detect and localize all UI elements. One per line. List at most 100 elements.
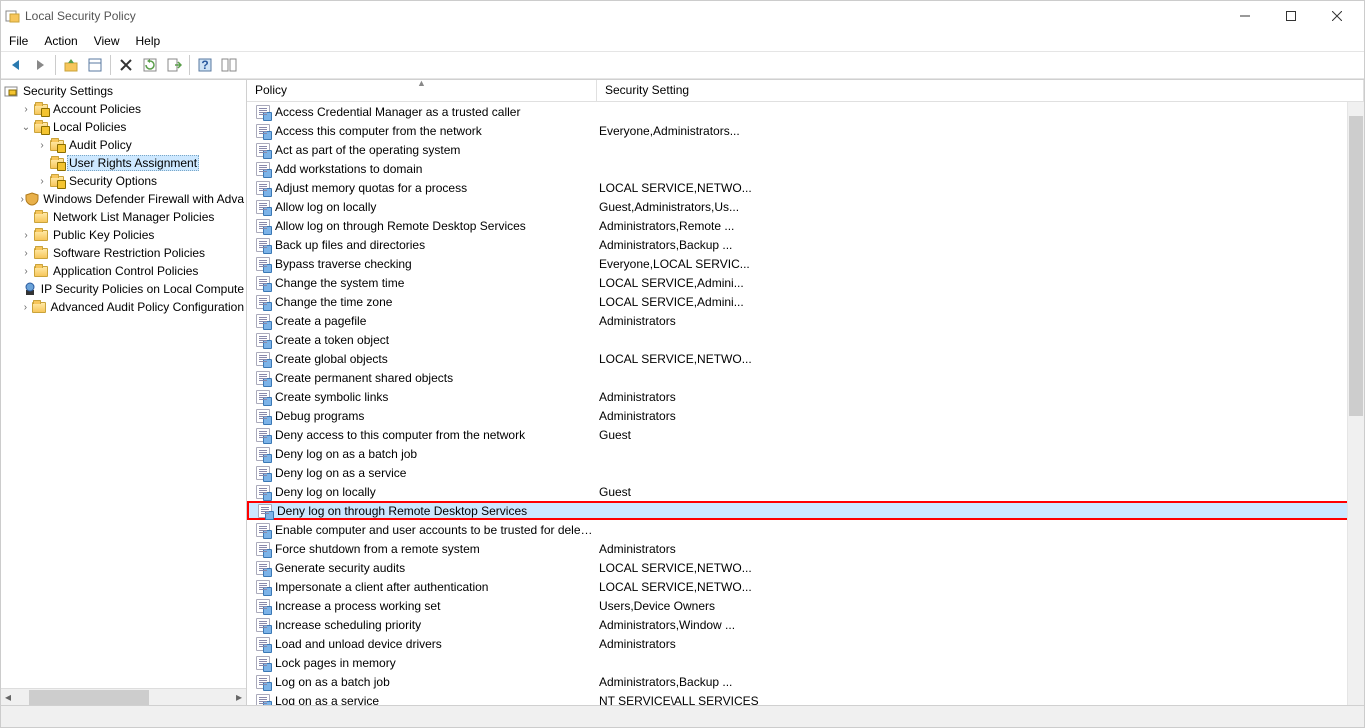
maximize-button[interactable]: [1268, 1, 1314, 31]
policy-name: Back up files and directories: [275, 238, 595, 252]
policy-row[interactable]: Change the time zoneLOCAL SERVICE,Admini…: [247, 292, 1364, 311]
policy-row[interactable]: Generate security auditsLOCAL SERVICE,NE…: [247, 558, 1364, 577]
expander-icon[interactable]: ›: [19, 104, 33, 115]
policy-name: Increase a process working set: [275, 599, 595, 613]
menu-view[interactable]: View: [94, 34, 120, 48]
scroll-right-icon[interactable]: ▸: [232, 690, 246, 704]
tree[interactable]: Security Settings ›Account Policies⌄Local…: [1, 80, 246, 688]
policy-row[interactable]: Deny log on as a service: [247, 463, 1364, 482]
menu-action[interactable]: Action: [44, 34, 77, 48]
help-button[interactable]: ?: [194, 54, 216, 76]
statusbar: [1, 705, 1364, 727]
policy-row[interactable]: Act as part of the operating system: [247, 140, 1364, 159]
menubar: File Action View Help: [1, 31, 1364, 51]
policy-row[interactable]: Increase a process working setUsers,Devi…: [247, 596, 1364, 615]
tree-item[interactable]: ⌄Local Policies: [1, 118, 246, 136]
scroll-thumb[interactable]: [29, 690, 149, 705]
policy-row[interactable]: Back up files and directoriesAdministrat…: [247, 235, 1364, 254]
tree-item[interactable]: ›Public Key Policies: [1, 226, 246, 244]
policy-name: Change the time zone: [275, 295, 595, 309]
toolbar-separator: [110, 55, 111, 75]
policy-row[interactable]: Allow log on locallyGuest,Administrators…: [247, 197, 1364, 216]
scroll-thumb[interactable]: [1349, 116, 1363, 416]
policy-row[interactable]: Force shutdown from a remote systemAdmin…: [247, 539, 1364, 558]
delete-button[interactable]: [115, 54, 137, 76]
tree-item[interactable]: ›Audit Policy: [1, 136, 246, 154]
tree-item[interactable]: ›Software Restriction Policies: [1, 244, 246, 262]
policy-setting: Administrators: [595, 542, 1364, 556]
column-security-setting[interactable]: Security Setting: [597, 80, 1364, 101]
policy-icon: [255, 408, 271, 424]
list-body[interactable]: Access Credential Manager as a trusted c…: [247, 102, 1364, 705]
tree-item[interactable]: User Rights Assignment: [1, 154, 246, 172]
policy-row[interactable]: Deny access to this computer from the ne…: [247, 425, 1364, 444]
policy-row[interactable]: Access this computer from the networkEve…: [247, 121, 1364, 140]
back-button[interactable]: [5, 54, 27, 76]
policy-name: Force shutdown from a remote system: [275, 542, 595, 556]
policy-setting: LOCAL SERVICE,NETWO...: [595, 352, 1364, 366]
titlebar: Local Security Policy: [1, 1, 1364, 31]
policy-setting: Everyone,LOCAL SERVIC...: [595, 257, 1364, 271]
policy-row[interactable]: Increase scheduling priorityAdministrato…: [247, 615, 1364, 634]
export-button[interactable]: [163, 54, 185, 76]
policy-icon: [255, 465, 271, 481]
policy-row[interactable]: Create a token object: [247, 330, 1364, 349]
policy-row[interactable]: Allow log on through Remote Desktop Serv…: [247, 216, 1364, 235]
list-vscrollbar[interactable]: [1347, 102, 1364, 705]
folder-lock-icon: [49, 137, 65, 153]
policy-row[interactable]: Change the system timeLOCAL SERVICE,Admi…: [247, 273, 1364, 292]
close-button[interactable]: [1314, 1, 1360, 31]
tree-item[interactable]: IP Security Policies on Local Compute: [1, 280, 246, 298]
policy-row[interactable]: Log on as a batch jobAdministrators,Back…: [247, 672, 1364, 691]
expander-icon[interactable]: ›: [19, 248, 33, 259]
tree-label: Security Settings: [21, 84, 115, 98]
policy-row[interactable]: Adjust memory quotas for a processLOCAL …: [247, 178, 1364, 197]
show-hide-button[interactable]: [218, 54, 240, 76]
tree-root[interactable]: Security Settings: [1, 82, 246, 100]
policy-icon: [255, 617, 271, 633]
tree-item[interactable]: ›Advanced Audit Policy Configuration: [1, 298, 246, 316]
policy-row[interactable]: Create symbolic linksAdministrators: [247, 387, 1364, 406]
expander-icon[interactable]: ›: [35, 140, 49, 151]
policy-row[interactable]: Deny log on locallyGuest: [247, 482, 1364, 501]
policy-icon: [255, 142, 271, 158]
forward-button[interactable]: [29, 54, 51, 76]
tree-item[interactable]: Network List Manager Policies: [1, 208, 246, 226]
refresh-button[interactable]: [139, 54, 161, 76]
tree-item[interactable]: ›Windows Defender Firewall with Adva: [1, 190, 246, 208]
menu-help[interactable]: Help: [136, 34, 161, 48]
policy-icon: [255, 161, 271, 177]
policy-row[interactable]: Create global objectsLOCAL SERVICE,NETWO…: [247, 349, 1364, 368]
tree-item[interactable]: ›Account Policies: [1, 100, 246, 118]
tree-item[interactable]: ›Application Control Policies: [1, 262, 246, 280]
policy-row[interactable]: Lock pages in memory: [247, 653, 1364, 672]
policy-row[interactable]: Deny log on through Remote Desktop Servi…: [247, 501, 1364, 520]
menu-file[interactable]: File: [9, 34, 28, 48]
expander-icon[interactable]: ›: [19, 302, 32, 313]
policy-row[interactable]: Deny log on as a batch job: [247, 444, 1364, 463]
policy-icon: [255, 199, 271, 215]
window-buttons: [1222, 1, 1360, 31]
policy-row[interactable]: Add workstations to domain: [247, 159, 1364, 178]
up-button[interactable]: [60, 54, 82, 76]
expander-icon[interactable]: ⌄: [19, 122, 33, 133]
policy-row[interactable]: Enable computer and user accounts to be …: [247, 520, 1364, 539]
policy-row[interactable]: Access Credential Manager as a trusted c…: [247, 102, 1364, 121]
policy-row[interactable]: Create a pagefileAdministrators: [247, 311, 1364, 330]
policy-name: Deny access to this computer from the ne…: [275, 428, 595, 442]
tree-item[interactable]: ›Security Options: [1, 172, 246, 190]
properties-button[interactable]: [84, 54, 106, 76]
policy-row[interactable]: Impersonate a client after authenticatio…: [247, 577, 1364, 596]
policy-row[interactable]: Debug programsAdministrators: [247, 406, 1364, 425]
policy-row[interactable]: Log on as a serviceNT SERVICE\ALL SERVIC…: [247, 691, 1364, 705]
policy-row[interactable]: Bypass traverse checkingEveryone,LOCAL S…: [247, 254, 1364, 273]
policy-row[interactable]: Load and unload device driversAdministra…: [247, 634, 1364, 653]
expander-icon[interactable]: ›: [35, 176, 49, 187]
expander-icon[interactable]: ›: [19, 230, 33, 241]
minimize-button[interactable]: [1222, 1, 1268, 31]
expander-icon[interactable]: ›: [19, 266, 33, 277]
policy-row[interactable]: Create permanent shared objects: [247, 368, 1364, 387]
policy-name: Increase scheduling priority: [275, 618, 595, 632]
tree-hscrollbar[interactable]: ◂ ▸: [1, 688, 246, 705]
scroll-left-icon[interactable]: ◂: [1, 690, 15, 704]
